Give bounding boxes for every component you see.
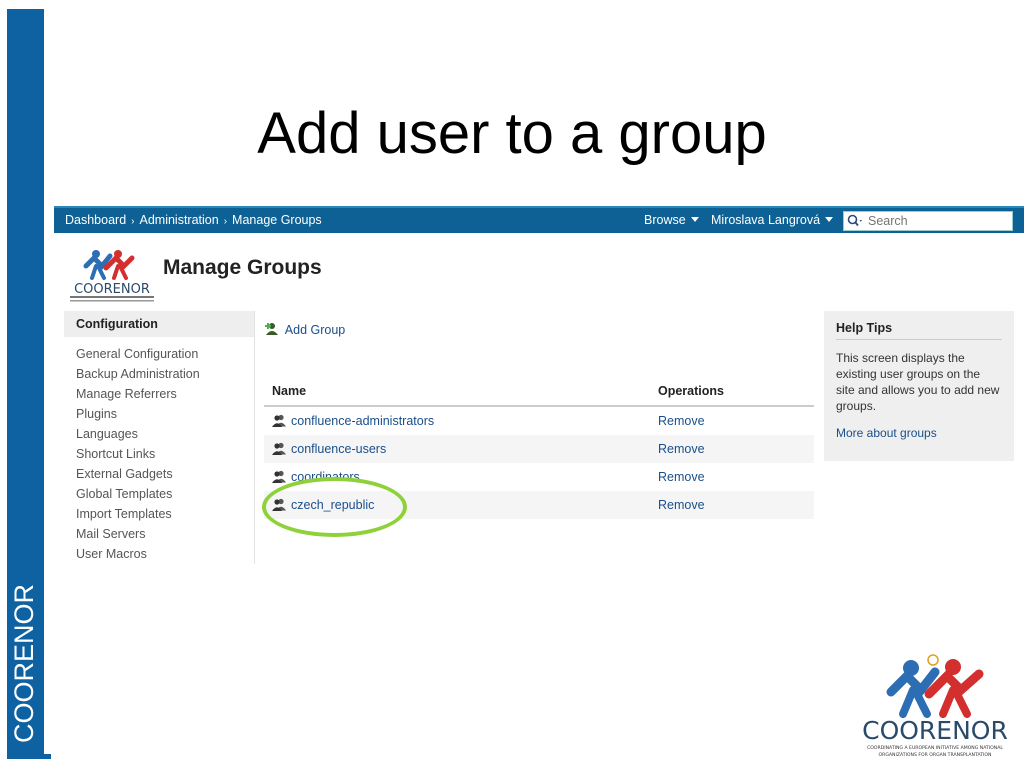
configuration-sidebar: Configuration General Configuration Back…	[64, 311, 255, 564]
help-tips-text: This screen displays the existing user g…	[836, 351, 1000, 413]
breadcrumb-manage-groups[interactable]: Manage Groups	[232, 213, 322, 227]
remove-link[interactable]: Remove	[658, 442, 705, 456]
coorenor-logo: COORENOR	[70, 250, 154, 302]
sidebar-item-mail-servers[interactable]: Mail Servers	[76, 525, 254, 545]
coorenor-logo-large: COORENOR COORDINATING A EUROPEAN INITIAT…	[862, 654, 1008, 758]
breadcrumb-dashboard[interactable]: Dashboard	[65, 213, 126, 227]
add-group-icon	[265, 323, 278, 335]
svg-text:COORDINATING A EUROPEAN INITIA: COORDINATING A EUROPEAN INITIATIVE AMONG…	[867, 745, 1003, 751]
chevron-down-icon	[825, 217, 834, 222]
sidebar-item-external-gadgets[interactable]: External Gadgets	[76, 465, 254, 485]
group-icon	[272, 414, 286, 427]
confluence-screenshot: Dashboard › Administration › Manage Groups B…	[54, 206, 1024, 564]
add-group-label: Add Group	[284, 323, 346, 337]
highlight-ellipse	[262, 477, 407, 537]
more-about-groups-link[interactable]: More about groups	[836, 426, 1002, 440]
search-icon[interactable]	[847, 214, 865, 231]
sidebar-item-manage-referrers[interactable]: Manage Referrers	[76, 385, 254, 405]
table-row: confluence-administrators Remove	[264, 406, 814, 435]
user-menu[interactable]: Miroslava Langrová	[711, 213, 834, 227]
slide-side-label: COORENOR	[9, 583, 39, 743]
page-title: Manage Groups	[163, 256, 322, 279]
sidebar-item-general-configuration[interactable]: General Configuration	[76, 345, 254, 365]
column-header-name: Name	[264, 377, 650, 407]
remove-link[interactable]: Remove	[658, 470, 705, 484]
browse-menu-label: Browse	[644, 213, 686, 227]
user-menu-label: Miroslava Langrová	[711, 213, 821, 227]
help-tips-panel: Help Tips This screen displays the exist…	[824, 311, 1014, 461]
configuration-list: General Configuration Backup Administrat…	[64, 337, 254, 564]
sidebar-item-import-templates[interactable]: Import Templates	[76, 505, 254, 525]
sidebar-item-backup-administration[interactable]: Backup Administration	[76, 365, 254, 385]
search-input[interactable]	[868, 214, 1008, 228]
remove-link[interactable]: Remove	[658, 414, 705, 428]
slide-title: Add user to a group	[257, 101, 767, 166]
breadcrumb-administration[interactable]: Administration	[140, 213, 219, 227]
search-box[interactable]	[843, 211, 1013, 231]
add-group-button[interactable]: Add Group	[264, 322, 345, 337]
remove-link[interactable]: Remove	[658, 498, 705, 512]
sidebar-item-plugins[interactable]: Plugins	[76, 405, 254, 425]
table-row: confluence-users Remove	[264, 435, 814, 463]
sidebar-item-user-macros[interactable]: User Macros	[76, 545, 254, 564]
sidebar-item-shortcut-links[interactable]: Shortcut Links	[76, 445, 254, 465]
group-icon	[272, 442, 286, 455]
chevron-down-icon	[690, 217, 699, 222]
breadcrumb-separator-icon: ›	[131, 216, 135, 227]
group-icon	[272, 470, 286, 483]
column-header-operations: Operations	[650, 377, 814, 407]
svg-text:ORGANIZATIONS FOR ORGAN TRANSP: ORGANIZATIONS FOR ORGAN TRANSPLANTATION	[879, 752, 992, 758]
slide-side-bar-base	[7, 754, 51, 759]
group-link[interactable]: confluence-administrators	[291, 414, 434, 428]
browse-menu[interactable]: Browse	[644, 213, 699, 227]
svg-text:COORENOR: COORENOR	[74, 282, 150, 297]
sidebar-item-global-templates[interactable]: Global Templates	[76, 485, 254, 505]
breadcrumb: Dashboard › Administration › Manage Groups	[65, 213, 322, 227]
help-tips-title: Help Tips	[836, 321, 1002, 340]
svg-text:COORENOR: COORENOR	[862, 716, 1008, 745]
configuration-heading: Configuration	[64, 311, 254, 337]
top-navigation-bar: Dashboard › Administration › Manage Groups B…	[54, 206, 1024, 233]
sidebar-item-languages[interactable]: Languages	[76, 425, 254, 445]
breadcrumb-separator-icon: ›	[223, 216, 228, 227]
group-link[interactable]: confluence-users	[291, 442, 386, 456]
